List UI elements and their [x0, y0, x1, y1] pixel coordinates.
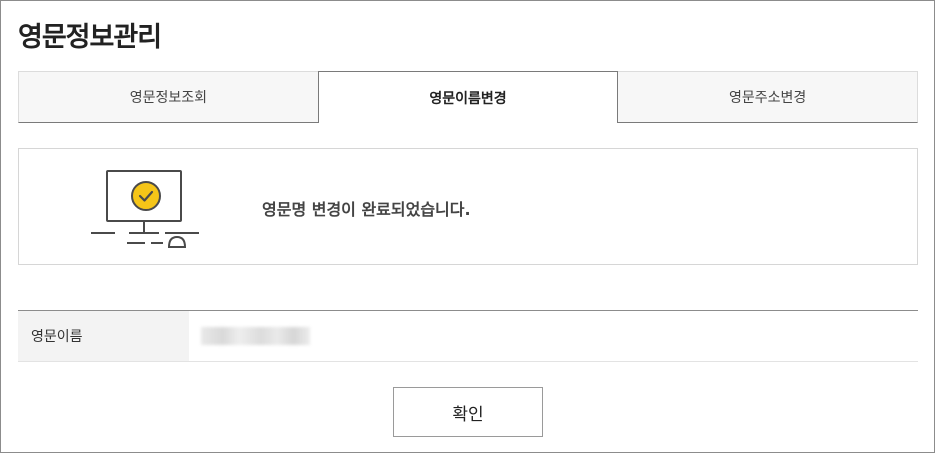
tab-english-info-view[interactable]: 영문정보조회 — [18, 71, 318, 123]
monitor-check-icon — [91, 170, 199, 248]
redacted-value — [201, 327, 310, 345]
tab-bar: 영문정보조회 영문이름변경 영문주소변경 — [18, 71, 919, 123]
tab-english-name-change[interactable]: 영문이름변경 — [317, 71, 619, 123]
tab-english-address-change[interactable]: 영문주소변경 — [618, 71, 919, 123]
confirm-button[interactable]: 확인 — [393, 387, 543, 437]
window-frame: 영문정보관리 영문정보조회 영문이름변경 영문주소변경 영문명 변경이 완료되었… — [0, 0, 935, 453]
english-name-value — [189, 311, 918, 361]
english-name-label: 영문이름 — [18, 311, 189, 361]
page-title: 영문정보관리 — [18, 22, 162, 53]
result-panel: 영문명 변경이 완료되었습니다. — [18, 148, 918, 265]
result-message: 영문명 변경이 완료되었습니다. — [262, 200, 471, 219]
info-row-english-name: 영문이름 — [18, 310, 918, 362]
